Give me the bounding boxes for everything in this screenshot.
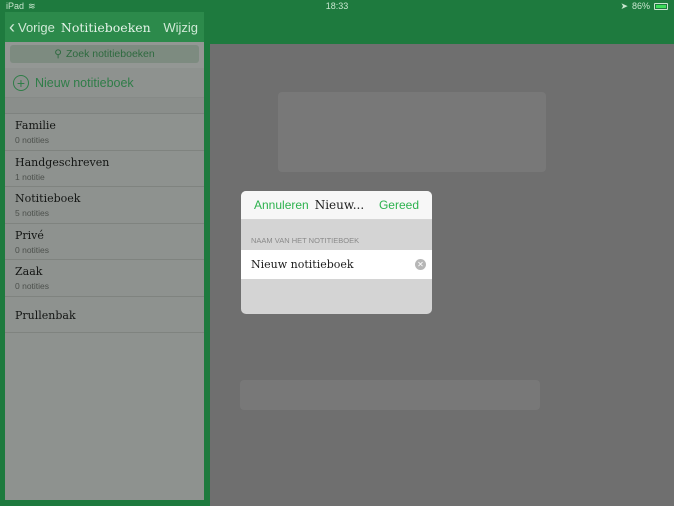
background-card — [278, 92, 546, 172]
list-item[interactable]: Zaak 0 notities — [5, 260, 204, 297]
notebook-name: Notitieboek — [15, 192, 81, 205]
dialog-toolbar: Annuleren Nieuw... Gereed — [241, 191, 432, 220]
sidebar-header: ‹ Vorige Notitieboeken Wijzig — [5, 12, 204, 42]
background-bar — [240, 380, 540, 410]
battery-percent: 86% — [631, 1, 650, 11]
notebook-list-panel: ⚲ Zoek notitieboeken + Nieuw notitieboek… — [5, 42, 204, 500]
sidebar: ‹ Vorige Notitieboeken Wijzig ⚲ Zoek not… — [0, 0, 210, 506]
search-placeholder: Zoek notitieboeken — [65, 48, 155, 60]
notebook-name-field[interactable] — [251, 258, 415, 271]
search-input[interactable]: ⚲ Zoek notitieboeken — [10, 45, 199, 63]
clear-icon[interactable]: ✕ — [415, 259, 426, 270]
list-item[interactable]: Familie 0 notities — [5, 114, 204, 151]
back-button[interactable]: ‹ Vorige — [5, 18, 55, 36]
edit-button[interactable]: Wijzig — [163, 20, 204, 35]
list-item[interactable]: Handgeschreven 1 notitie — [5, 151, 204, 187]
cancel-button[interactable]: Annuleren — [254, 198, 309, 212]
battery-icon — [654, 2, 668, 10]
new-notebook-dialog: Annuleren Nieuw... Gereed NAAM VAN HET N… — [241, 191, 432, 314]
list-item[interactable]: Privé 0 notities — [5, 224, 204, 260]
plus-circle-icon: + — [13, 74, 29, 91]
trash-item[interactable]: Prullenbak — [5, 297, 204, 333]
notebook-name: Handgeschreven — [15, 155, 110, 169]
sidebar-title: Notitieboeken — [60, 19, 151, 35]
notebook-name-field-row: ✕ — [241, 250, 432, 279]
status-time: 18:33 — [325, 1, 349, 11]
wifi-icon: ≋ — [28, 0, 36, 11]
location-icon: ➤ — [620, 0, 628, 11]
new-notebook-label: Nieuw notitieboek — [35, 75, 134, 90]
search-row: ⚲ Zoek notitieboeken — [5, 42, 204, 68]
list-item[interactable]: Notitieboek 5 notities — [5, 187, 204, 224]
dialog-title: Nieuw... — [314, 198, 365, 212]
new-notebook-button[interactable]: + Nieuw notitieboek — [5, 68, 204, 98]
field-section-label: NAAM VAN HET NOTITIEBOEK — [251, 236, 360, 245]
notebook-count: 0 notities — [15, 135, 50, 145]
device-label: iPad — [6, 1, 25, 11]
notebook-count: 1 notitie — [15, 171, 45, 182]
notebook-count: 0 notities — [15, 281, 50, 291]
list-spacer — [5, 98, 204, 114]
trash-label: Prullenbak — [15, 308, 76, 322]
notebook-name: Privé — [15, 228, 44, 242]
notebook-name: Zaak — [15, 265, 43, 278]
back-label: Vorige — [18, 19, 55, 35]
status-bar: iPad ≋ 18:33 ➤ 86% — [0, 0, 674, 12]
search-icon: ⚲ — [54, 48, 62, 60]
chevron-left-icon: ‹ — [9, 17, 15, 37]
notebook-name: Familie — [15, 119, 56, 132]
done-button[interactable]: Gereed — [379, 198, 419, 212]
notebook-count: 0 notities — [15, 244, 50, 255]
notebook-count: 5 notities — [15, 208, 50, 218]
